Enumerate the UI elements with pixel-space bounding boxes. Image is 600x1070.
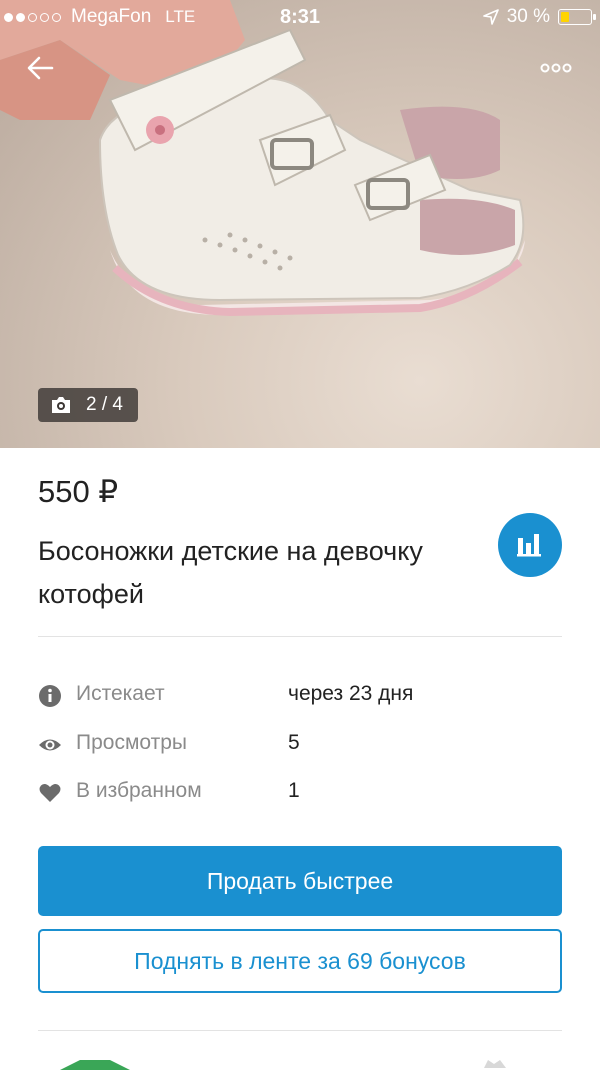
arrow-left-icon [27,56,54,80]
sell-faster-button[interactable]: Продать быстрее [38,846,562,916]
camera-icon [52,397,70,413]
detail-value: 1 [288,779,300,802]
bar-chart-icon [517,534,541,557]
listing-photo[interactable] [0,0,600,448]
detail-value: через 23 дня [288,682,414,705]
status-right: 30 % [482,6,596,28]
back-button[interactable] [24,50,60,86]
sandal-image [0,0,525,317]
listing-title: Босоножки детские на девочку котофей [38,536,423,609]
info-icon [39,685,61,707]
detail-row-views: Просмотры 5 [38,729,562,759]
detail-label: Истекает [76,682,165,705]
eye-icon [39,739,61,751]
more-button[interactable] [536,56,576,80]
battery-percent: 30 % [506,6,550,27]
listing-price: 550 ₽ [38,474,119,509]
detail-label: Просмотры [76,731,187,754]
photo-counter: 2 / 4 [38,388,138,422]
photo-counter-text: 2 / 4 [86,394,123,415]
detail-row-favorites: В избранном 1 [38,777,562,807]
detail-label: В избранном [76,779,202,802]
statistics-button[interactable] [498,513,562,577]
detail-row-expires: Истекает через 23 дня [38,680,562,710]
heart-icon [39,784,61,802]
boost-button[interactable]: Поднять в ленте за 69 бонусов [38,929,562,993]
more-dots-icon [540,63,572,73]
location-arrow-icon [482,9,499,25]
divider [38,1030,562,1031]
status-bar: MegaFon LTE 8:31 30 % [0,0,600,34]
divider [38,636,562,637]
battery-icon [558,9,596,25]
bottom-badge-icon [60,1060,130,1070]
bottom-gift-icon [484,1060,506,1068]
detail-value: 5 [288,731,300,754]
